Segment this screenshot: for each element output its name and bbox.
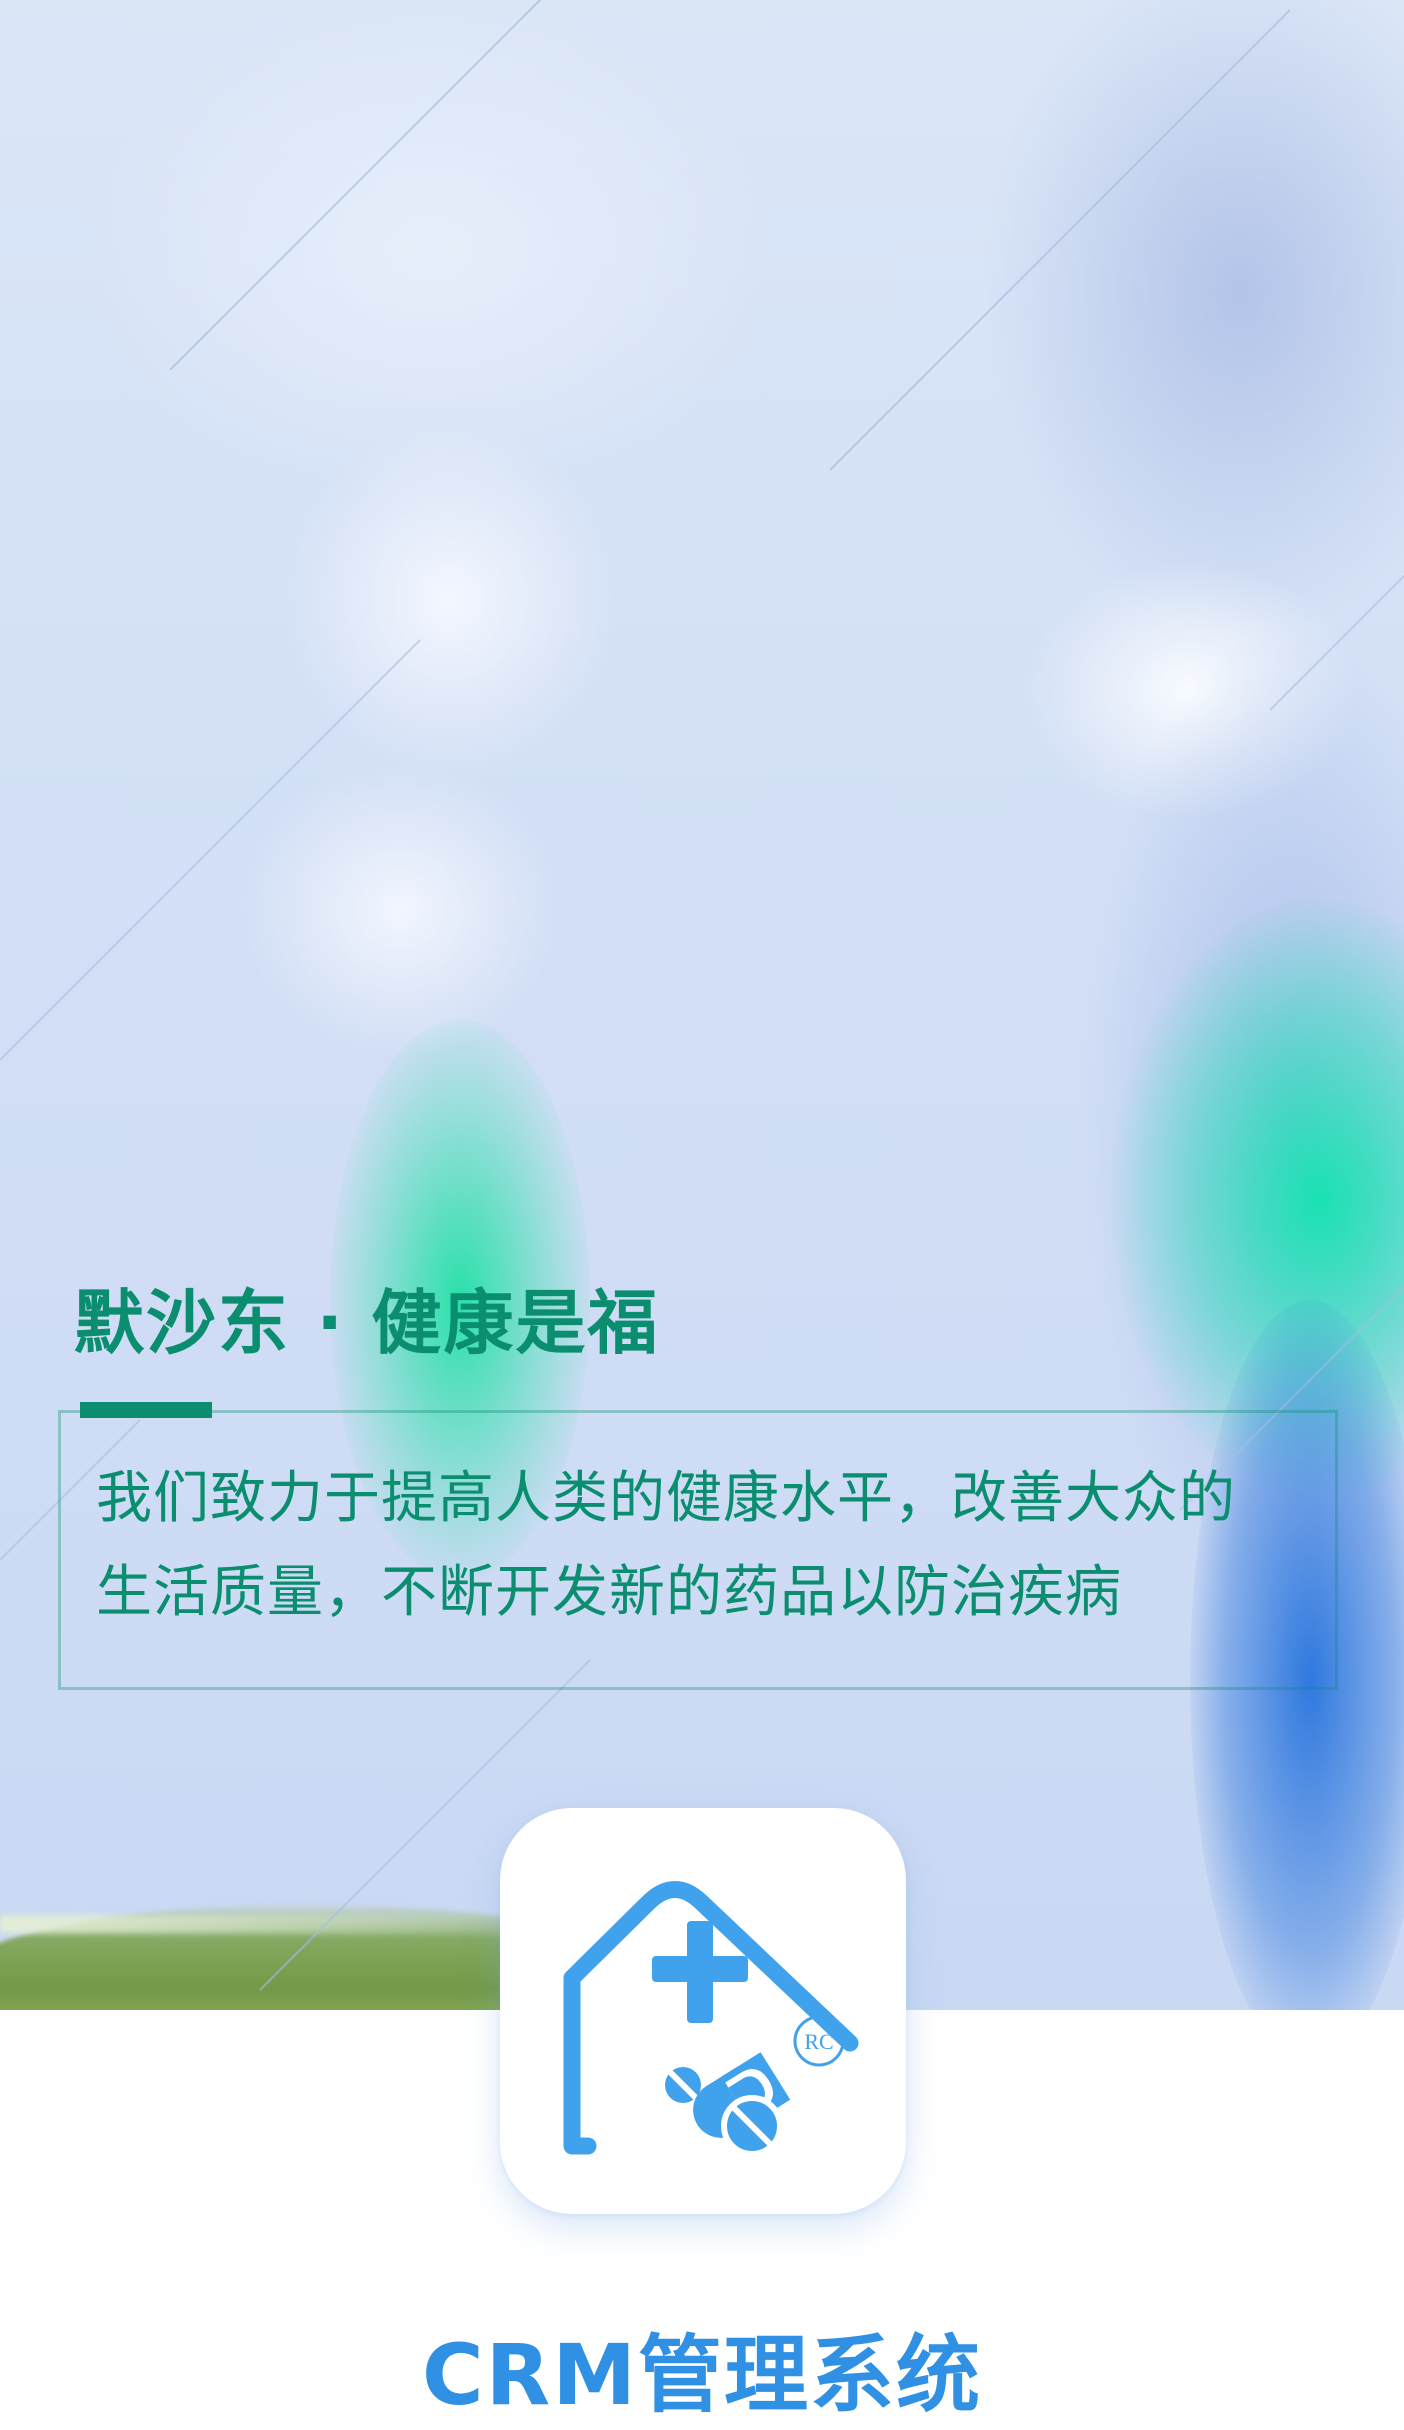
- app-name: CRM管理系统: [422, 2326, 982, 2424]
- registered-badge: RC: [804, 2029, 833, 2054]
- mission-text: 我们致力于提高人类的健康水平，改善大众的 生活质量，不断开发新的药品以防治疾病: [96, 1452, 1316, 1640]
- decorative-lines: [0, 0, 1404, 1991]
- mission-accent-bar: [80, 1402, 212, 1418]
- mission-line: 我们致力于提高人类的健康水平，改善大众的: [96, 1466, 1236, 1531]
- medical-home-icon: RC: [563, 1881, 859, 2157]
- mission-line: 生活质量，不断开发新的药品以防治疾病: [96, 1560, 1122, 1625]
- app-icon[interactable]: RC: [500, 1808, 906, 2214]
- hero-background: [0, 0, 1404, 2010]
- tagline-title: 默沙东 · 健康是福: [74, 1282, 660, 1364]
